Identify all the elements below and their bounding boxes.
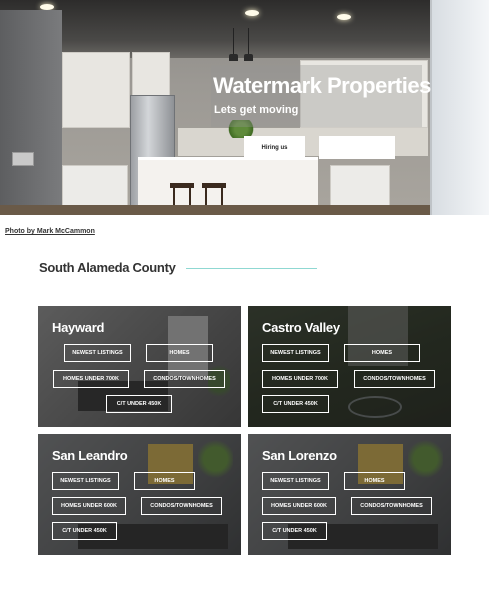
hero-window — [430, 0, 489, 215]
newest-listings-link[interactable]: NEWEST LISTINGS — [262, 472, 329, 490]
city-card-san-leandro: San Leandro NEWEST LISTINGS HOMES HOMES … — [38, 434, 241, 555]
card-title: Castro Valley — [262, 320, 340, 335]
newest-listings-link[interactable]: NEWEST LISTINGS — [64, 344, 131, 362]
city-card-hayward: Hayward NEWEST LISTINGS HOMES HOMES UNDE… — [38, 306, 241, 427]
condos-townhomes-link[interactable]: CONDOS/TOWNHOMES — [144, 370, 225, 388]
card-title: San Lorenzo — [262, 448, 337, 463]
hero-floor — [0, 205, 489, 215]
hero-title: Watermark Properties — [213, 73, 431, 98]
homes-link[interactable]: HOMES — [344, 472, 405, 490]
section-title: South Alameda County — [39, 260, 176, 275]
hero-banner: Watermark Properties Lets get moving Hir… — [0, 0, 489, 215]
newest-listings-link[interactable]: NEWEST LISTINGS — [262, 344, 329, 362]
card-title: Hayward — [52, 320, 105, 335]
ct-under-price-link[interactable]: C/T UNDER 450K — [106, 395, 172, 413]
homes-link[interactable]: HOMES — [134, 472, 195, 490]
wall-outlet — [12, 152, 34, 166]
newest-listings-link[interactable]: NEWEST LISTINGS — [52, 472, 119, 490]
card-title: San Leandro — [52, 448, 128, 463]
ct-under-price-link[interactable]: C/T UNDER 450K — [262, 522, 327, 540]
ceiling-light — [337, 14, 351, 20]
upper-cabinet — [62, 52, 130, 128]
section-divider — [186, 268, 317, 269]
condos-townhomes-link[interactable]: CONDOS/TOWNHOMES — [351, 497, 432, 515]
condos-townhomes-link[interactable]: CONDOS/TOWNHOMES — [354, 370, 435, 388]
hero-subtitle: Lets get moving — [214, 104, 299, 116]
city-card-san-lorenzo: San Lorenzo NEWEST LISTINGS HOMES HOMES … — [248, 434, 451, 555]
homes-under-price-link[interactable]: HOMES UNDER 700K — [262, 370, 338, 388]
homes-under-price-link[interactable]: HOMES UNDER 600K — [52, 497, 126, 515]
photo-credit-link[interactable]: Photo by Mark McCammon — [5, 228, 95, 235]
hero-ceiling — [0, 0, 489, 58]
pendant-lamp — [244, 28, 253, 61]
city-card-castro-valley: Castro Valley NEWEST LISTINGS HOMES HOME… — [248, 306, 451, 427]
homes-under-price-link[interactable]: HOMES UNDER 600K — [262, 497, 336, 515]
hero-wall — [0, 10, 62, 215]
hero-secondary-button[interactable] — [319, 136, 395, 159]
hiring-us-button[interactable]: Hiring us — [244, 136, 305, 159]
homes-under-price-link[interactable]: HOMES UNDER 700K — [53, 370, 129, 388]
ceiling-light — [245, 10, 259, 16]
ct-under-price-link[interactable]: C/T UNDER 450K — [262, 395, 329, 413]
homes-link[interactable]: HOMES — [344, 344, 420, 362]
homes-link[interactable]: HOMES — [146, 344, 213, 362]
ct-under-price-link[interactable]: C/T UNDER 450K — [52, 522, 117, 540]
condos-townhomes-link[interactable]: CONDOS/TOWNHOMES — [141, 497, 222, 515]
pendant-lamp — [229, 28, 238, 61]
